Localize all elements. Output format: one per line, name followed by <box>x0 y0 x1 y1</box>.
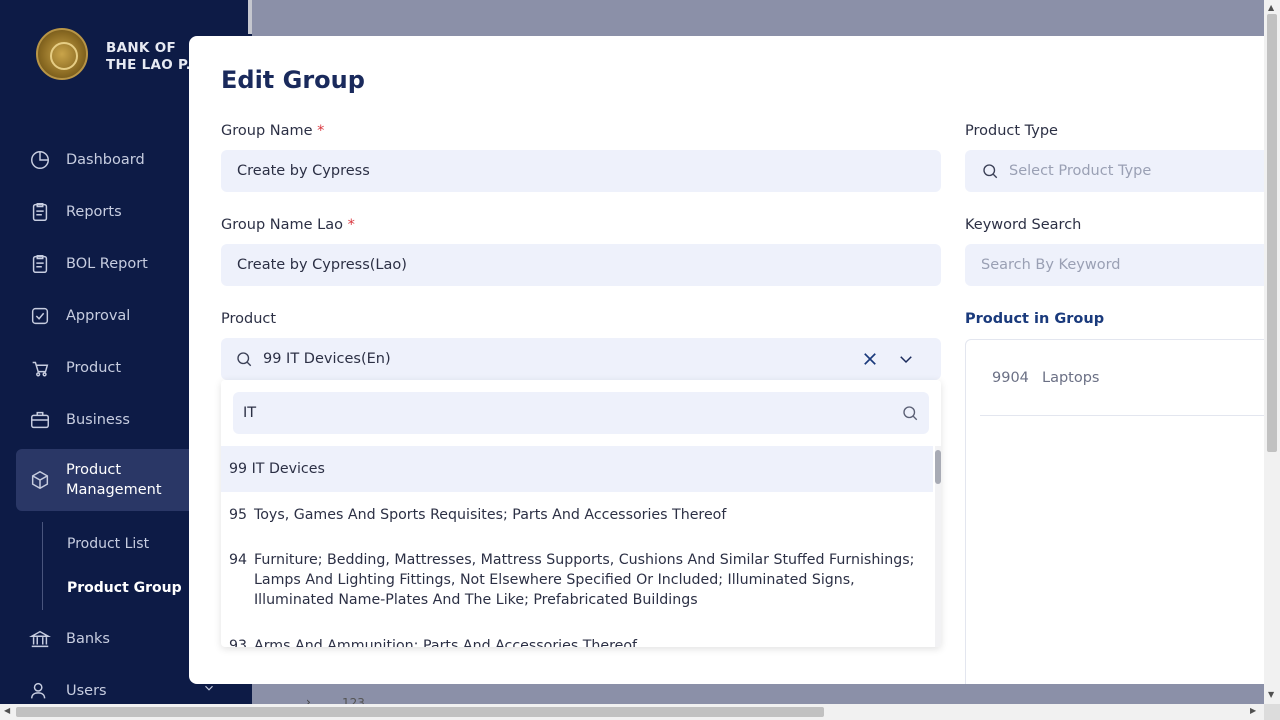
search-icon <box>235 350 253 368</box>
product-select-value: 99 IT Devices(En) <box>263 351 391 367</box>
product-select[interactable]: 99 IT Devices(En) <box>221 338 941 380</box>
product-type-select[interactable]: Select Product Type <box>965 150 1264 192</box>
option-code: 99 <box>229 461 248 477</box>
dropdown-search-value: IT <box>243 405 257 421</box>
group-name-lao-value: Create by Cypress(Lao) <box>237 257 407 273</box>
horizontal-scrollbar[interactable]: ◀ ▶ <box>0 704 1264 720</box>
option-code: 93 <box>229 638 248 647</box>
scroll-right-arrow-icon[interactable]: ▶ <box>1250 706 1256 715</box>
vertical-scrollbar[interactable]: ▲ ▼ <box>1264 0 1280 704</box>
group-name-lao-label: Group Name Lao * <box>221 217 355 233</box>
product-type-label: Product Type <box>965 123 1058 139</box>
product-in-group-label: Product in Group <box>965 311 1105 327</box>
edit-group-modal: Edit Group Group Name * Create by Cypres… <box>189 36 1264 684</box>
sidebar-item-label: Users <box>66 683 107 699</box>
scroll-down-arrow-icon[interactable]: ▼ <box>1268 690 1274 699</box>
search-icon <box>901 404 919 422</box>
sidebar-subitem-product-list[interactable]: Product List <box>67 536 149 552</box>
dropdown-option[interactable]: 93 Arms And Ammunition; Parts And Access… <box>221 620 933 647</box>
option-description: Arms And Ammunition; Parts And Accessori… <box>254 638 638 647</box>
keyword-search-input[interactable]: Search By Keyword <box>965 244 1264 286</box>
keyword-search-placeholder: Search By Keyword <box>981 257 1121 273</box>
dropdown-options: 99 IT Devices 95 Toys, Games And Sports … <box>221 446 933 647</box>
sidebar-item-label: Dashboard <box>66 152 145 168</box>
business-icon <box>28 408 52 432</box>
scrollbar-corner <box>1264 704 1280 720</box>
dropdown-option[interactable]: 99 IT Devices <box>221 446 933 492</box>
group-name-label-text: Group Name <box>221 123 313 139</box>
required-mark: * <box>347 217 355 233</box>
product-code: 9904 <box>992 369 1029 386</box>
sidebar-item-label: Banks <box>66 631 110 647</box>
search-icon <box>981 162 999 180</box>
group-name-input[interactable]: Create by Cypress <box>221 150 941 192</box>
option-code: 94 <box>229 552 248 568</box>
option-description: Furniture; Bedding, Mattresses, Mattress… <box>254 552 915 608</box>
product-label: Product <box>221 311 277 327</box>
dropdown-option[interactable]: 95 Toys, Games And Sports Requisites; Pa… <box>221 492 933 538</box>
sidebar-item-label: Approval <box>66 308 131 324</box>
bank-logo[interactable] <box>36 28 88 80</box>
modal-title: Edit Group <box>221 66 365 94</box>
reports-icon <box>28 200 52 224</box>
submenu-line <box>42 522 43 610</box>
bol-report-icon <box>28 252 52 276</box>
dropdown-scrollbar-thumb[interactable] <box>935 450 941 484</box>
box-icon <box>28 468 52 492</box>
group-name-lao-input[interactable]: Create by Cypress(Lao) <box>221 244 941 286</box>
sidebar-item-label: Reports <box>66 204 122 220</box>
group-name-lao-label-text: Group Name Lao <box>221 217 343 233</box>
product-icon <box>28 356 52 380</box>
sidebar-item-label: Business <box>66 412 130 428</box>
sidebar-subitem-product-group[interactable]: Product Group <box>67 580 182 596</box>
sidebar-item-label: BOL Report <box>66 256 148 272</box>
sidebar-item-label: Product Management <box>66 462 162 498</box>
option-code: 95 <box>229 507 248 523</box>
dropdown-scrollbar[interactable] <box>935 446 941 647</box>
vertical-scrollbar-thumb[interactable] <box>1267 14 1277 452</box>
product-in-group-list: 9904 Laptops <box>965 339 1264 684</box>
scroll-up-arrow-icon[interactable]: ▲ <box>1268 3 1274 12</box>
option-description: IT Devices <box>251 461 325 477</box>
chevron-down-icon[interactable] <box>897 350 915 368</box>
approval-icon <box>28 304 52 328</box>
scroll-left-arrow-icon[interactable]: ◀ <box>4 706 10 715</box>
product-dropdown: IT 99 IT Devices 95 Toys, Games And Spor… <box>221 380 941 647</box>
keyword-search-label: Keyword Search <box>965 217 1082 233</box>
group-name-label: Group Name * <box>221 123 324 139</box>
dropdown-search-input[interactable]: IT <box>233 392 929 434</box>
horizontal-scrollbar-thumb[interactable] <box>16 707 824 717</box>
product-name: Laptops <box>1042 369 1100 386</box>
users-icon <box>28 679 52 703</box>
product-type-placeholder: Select Product Type <box>1009 163 1152 179</box>
required-mark: * <box>317 123 325 139</box>
dashboard-icon <box>28 148 52 172</box>
list-item[interactable]: 9904 Laptops <box>980 340 1264 416</box>
group-name-value: Create by Cypress <box>237 163 370 179</box>
dropdown-option[interactable]: 94 Furniture; Bedding, Mattresses, Mattr… <box>221 538 933 620</box>
sidebar-item-label: Product <box>66 360 122 376</box>
clear-icon[interactable] <box>861 350 879 368</box>
bank-icon <box>28 627 52 651</box>
option-description: Toys, Games And Sports Requisites; Parts… <box>254 507 727 523</box>
